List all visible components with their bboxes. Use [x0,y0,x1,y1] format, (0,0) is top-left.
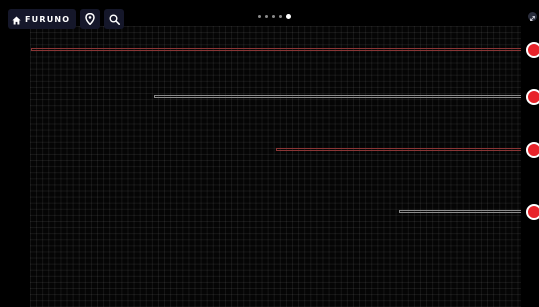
page-indicator [258,14,291,19]
chart-grid[interactable] [30,26,521,307]
track-knob[interactable] [526,42,539,58]
expand-button[interactable] [528,12,537,21]
search-icon [109,10,120,29]
track-bar [31,48,521,51]
page-dot[interactable] [272,15,275,18]
brand-logo-text: FURUNO [25,14,71,24]
home-icon [12,10,21,29]
track-knob[interactable] [526,89,539,105]
location-pin-icon [85,10,96,29]
track-bar [398,210,521,213]
expand-icon [529,7,536,26]
search-button[interactable] [104,9,125,29]
track-knob[interactable] [526,142,539,158]
track-knob[interactable] [526,204,539,220]
top-toolbar: FURUNO [8,9,125,29]
home-button[interactable]: FURUNO [8,9,77,29]
page-dot[interactable] [279,15,282,18]
page-dot[interactable] [265,15,268,18]
track-bar [153,95,521,98]
page-dot[interactable] [258,15,261,18]
furuno-screen: FURUNO [0,0,539,307]
page-dot-active[interactable] [286,14,291,19]
location-button[interactable] [80,9,101,29]
track-bar [276,148,521,151]
